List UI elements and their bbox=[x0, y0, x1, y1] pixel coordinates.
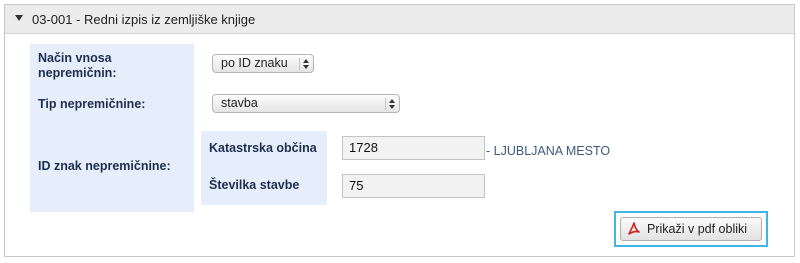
municipality-name: - LJUBLJANA MESTO bbox=[486, 144, 611, 158]
building-number-label: Številka stavbe bbox=[201, 169, 327, 205]
select-arrows-icon bbox=[299, 58, 310, 70]
entry-method-label: Način vnosa nepremičnin: bbox=[30, 44, 194, 90]
panel-header[interactable]: 03-001 - Redni izpis iz zemljiške knjige bbox=[5, 5, 794, 34]
entry-method-select[interactable]: po ID znaku bbox=[212, 54, 314, 73]
property-type-label: Tip nepremičnine: bbox=[30, 90, 194, 124]
panel-title: 03-001 - Redni izpis iz zemljiške knjige bbox=[32, 12, 256, 27]
cadastral-municipality-label: Katastrska občina bbox=[201, 131, 327, 169]
property-id-label: ID znak nepremičnine: bbox=[30, 124, 194, 212]
pdf-icon bbox=[628, 222, 640, 235]
select-arrows-icon bbox=[385, 98, 396, 110]
building-number-input[interactable]: 75 bbox=[342, 174, 485, 198]
show-pdf-button[interactable]: Prikaži v pdf obliki bbox=[620, 217, 762, 241]
collapse-caret-icon[interactable] bbox=[15, 15, 23, 21]
property-type-select[interactable]: stavba bbox=[212, 94, 400, 113]
property-type-value: stavba bbox=[221, 96, 258, 110]
entry-method-value: po ID znaku bbox=[221, 56, 288, 70]
cadastral-municipality-input[interactable]: 1728 bbox=[342, 136, 485, 160]
